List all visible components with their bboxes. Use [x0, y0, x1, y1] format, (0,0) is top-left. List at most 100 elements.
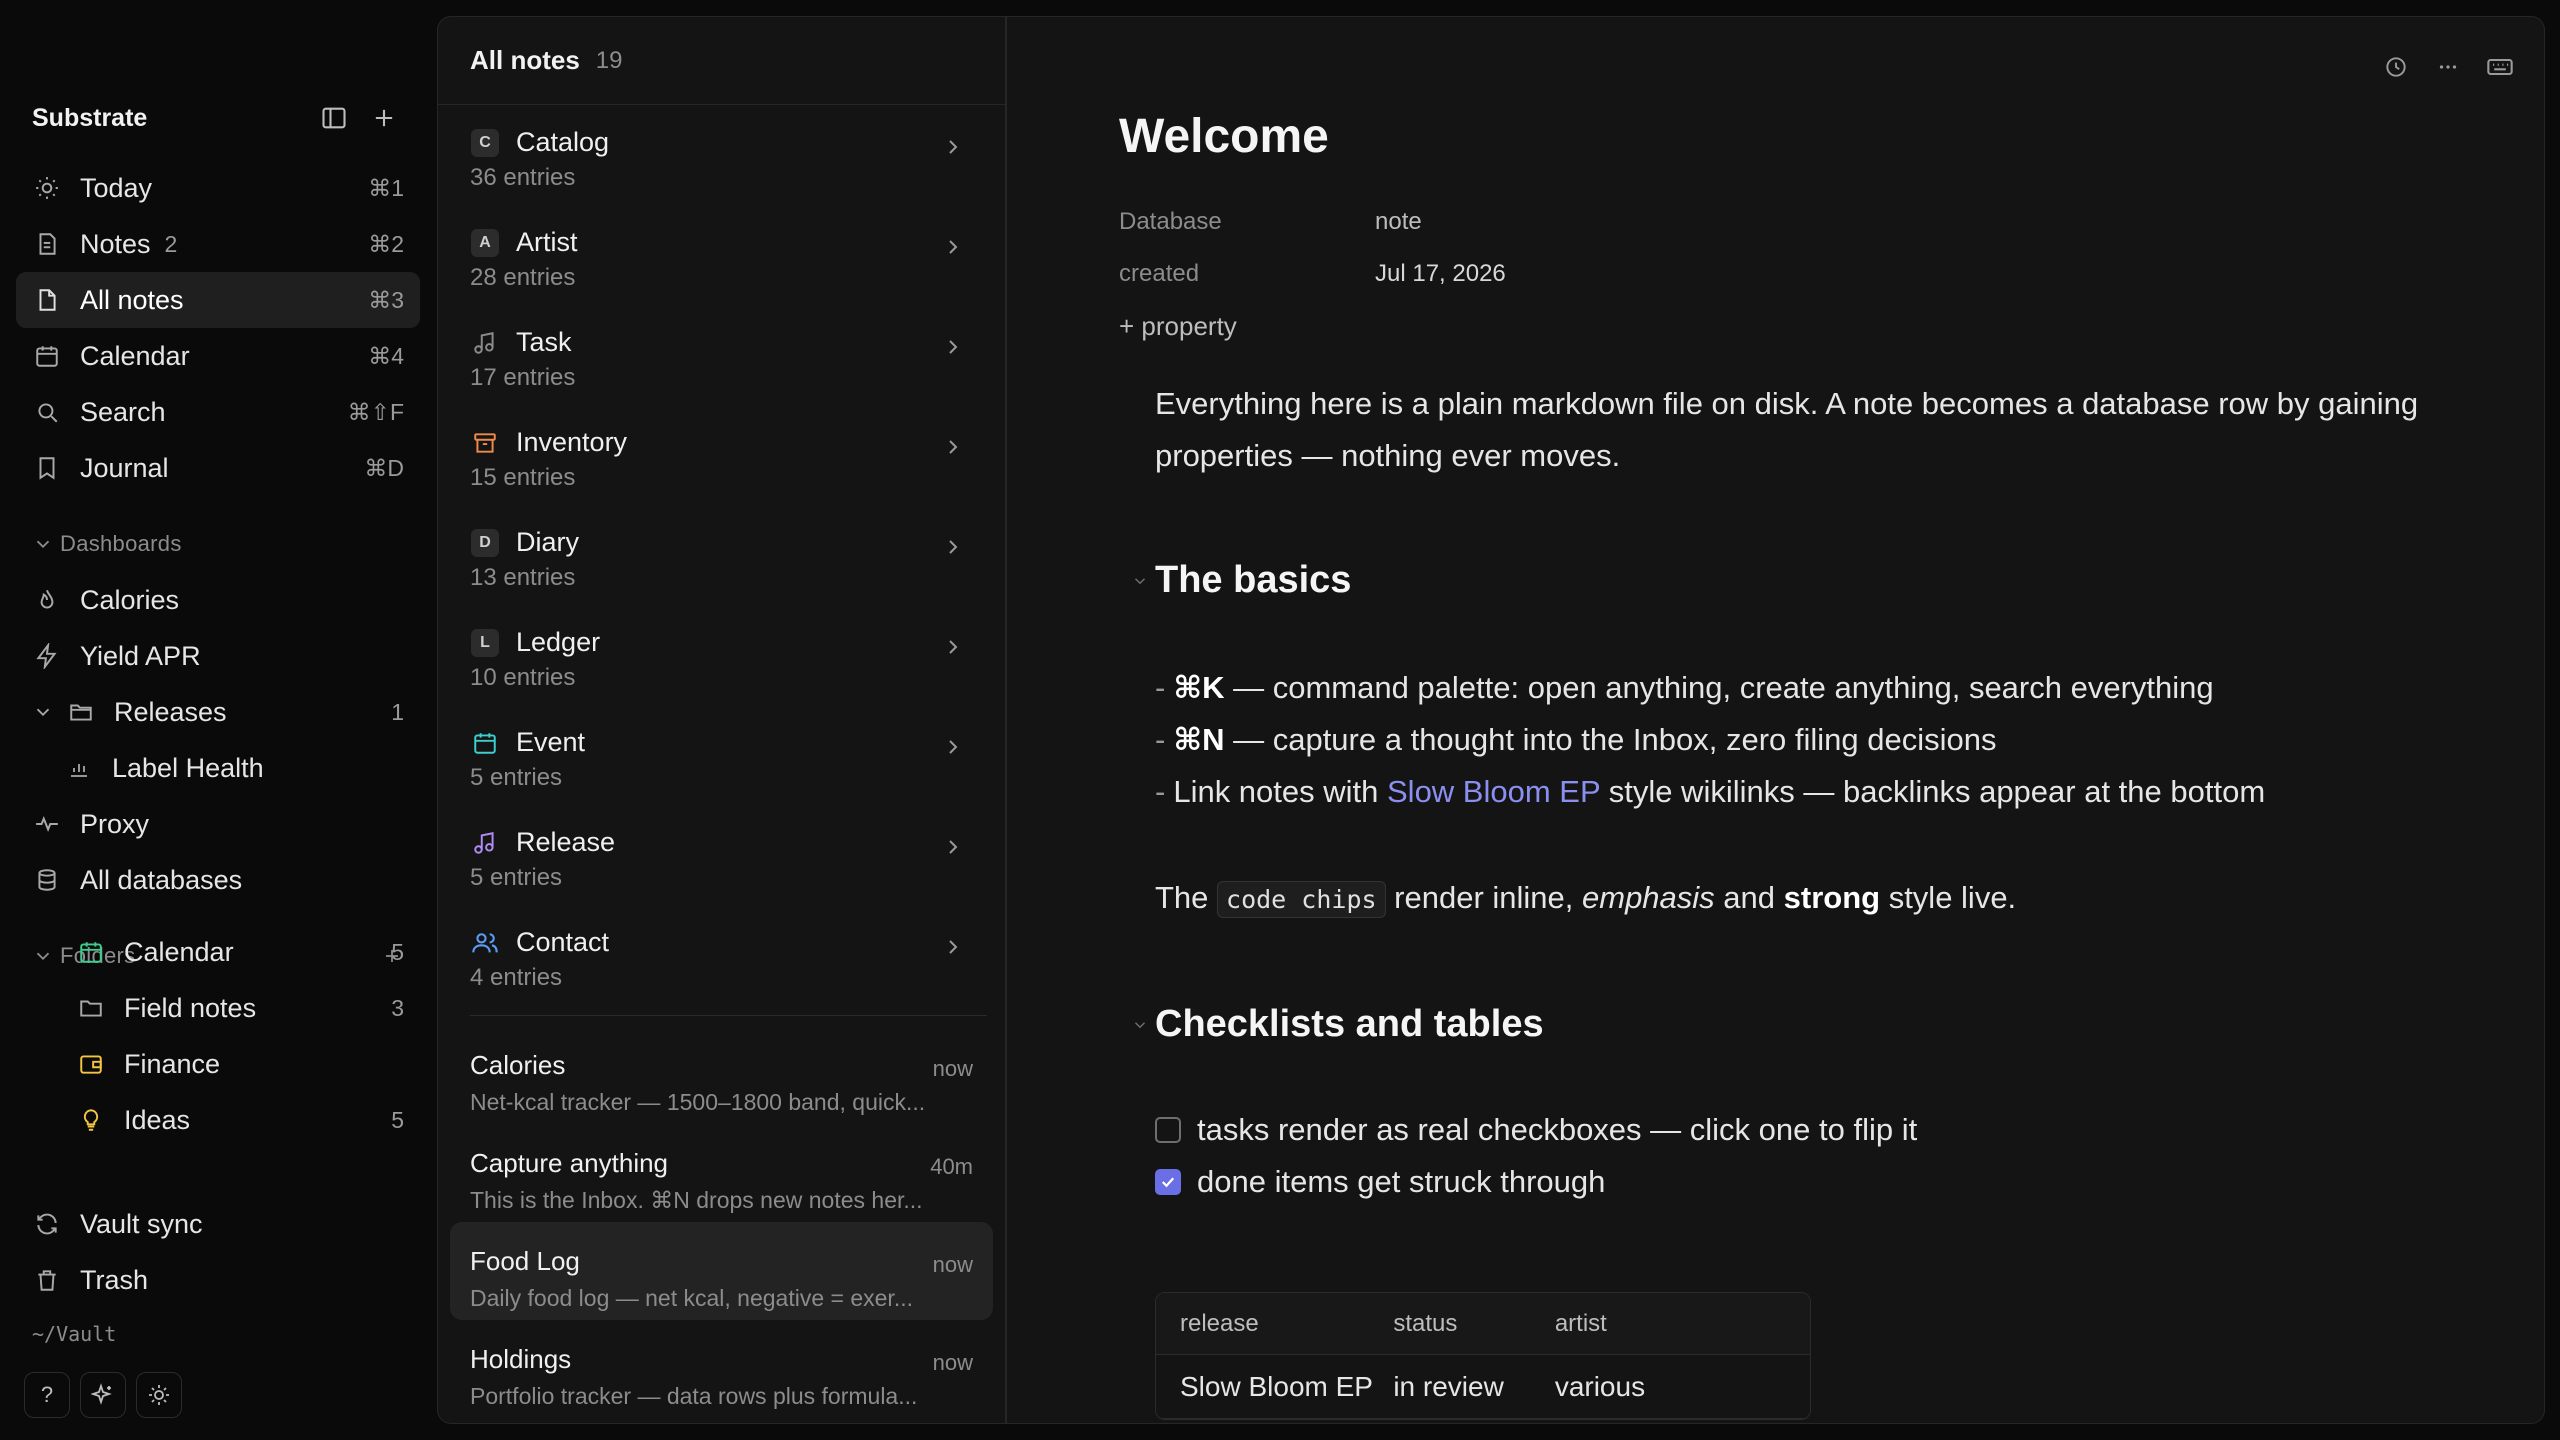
database-item-artist[interactable]: A Artist 28 entries — [470, 205, 987, 305]
new-note-icon[interactable] — [364, 98, 404, 138]
column-header[interactable]: release — [1156, 1310, 1393, 1338]
music-note-icon — [470, 328, 500, 358]
letter-chip: D — [471, 528, 499, 557]
editor-content[interactable]: Welcome Database note created Jul 17, 20… — [1119, 109, 2419, 1420]
chevron-right-icon — [941, 435, 965, 459]
column-header[interactable]: artist — [1555, 1310, 1810, 1338]
property-row[interactable]: Database note — [1119, 196, 2419, 248]
wallet-icon — [76, 1049, 106, 1079]
music-icon — [470, 828, 500, 858]
checklist-item: done items get struck through — [1155, 1156, 2419, 1208]
fold-chevron-icon[interactable] — [1131, 572, 1149, 590]
chevron-down-icon[interactable] — [32, 701, 54, 723]
section-dashboards[interactable]: Dashboards — [16, 516, 420, 572]
add-property-button[interactable]: + property — [1119, 300, 2419, 352]
note-heading[interactable]: Welcome — [1119, 109, 2419, 164]
folder-item-calendar[interactable]: Calendar 5 — [16, 924, 420, 980]
sparkle-icon — [91, 1383, 115, 1407]
sidebar-item-notes[interactable]: Notes 2 ⌘2 — [16, 216, 420, 272]
sidebar-item-trash[interactable]: Trash — [16, 1252, 420, 1308]
database-item-event[interactable]: Event 5 entries — [470, 705, 987, 805]
sidebar-item-search[interactable]: Search ⌘⇧F — [16, 384, 420, 440]
sidebar-item-label: Calendar — [124, 936, 234, 967]
sidebar-item-label: Vault sync — [80, 1208, 203, 1239]
sidebar-item-all-databases[interactable]: All databases — [16, 852, 420, 908]
notes-list-pane: All notes 19 C Catalog 36 entries A Artist… — [437, 16, 1005, 1424]
database-item-task[interactable]: Task 17 entries — [470, 305, 987, 405]
table-cell-link[interactable]: Slow Bloom EP — [1156, 1371, 1393, 1403]
heading-text: The basics — [1155, 558, 1352, 601]
fold-chevron-icon[interactable] — [1131, 1016, 1149, 1034]
sidebar-item-vault-sync[interactable]: Vault sync — [16, 1196, 420, 1252]
bullet-text: — capture a thought into the Inbox, zero… — [1224, 722, 1997, 757]
property-key: created — [1119, 260, 1200, 287]
checkbox[interactable] — [1155, 1117, 1181, 1143]
shortcut-hint: ⌘D — [364, 454, 404, 481]
database-item-release[interactable]: Release 5 entries — [470, 805, 987, 905]
note-time: now — [932, 1350, 973, 1375]
toggle-sidebar-icon[interactable] — [314, 98, 354, 138]
sidebar-item-releases[interactable]: Releases 1 — [16, 684, 420, 740]
theme-button[interactable] — [136, 1372, 182, 1418]
property-value[interactable]: note — [1375, 208, 1422, 236]
strong-text: strong — [1783, 880, 1881, 915]
database-item-diary[interactable]: D Diary 13 entries — [470, 505, 987, 605]
chevron-right-icon — [941, 335, 965, 359]
note-title: Calories — [470, 1050, 566, 1080]
keyboard-button[interactable] — [2480, 47, 2520, 87]
wikilink[interactable]: Slow Bloom EP — [1387, 774, 1600, 809]
text-run: The — [1155, 880, 1218, 915]
checkbox-checked[interactable] — [1155, 1169, 1181, 1195]
database-item-ledger[interactable]: L Ledger 10 entries — [470, 605, 987, 705]
sidebar-item-label-health[interactable]: Label Health — [16, 740, 420, 796]
list-header: All notes 19 — [438, 17, 1005, 105]
database-item-inventory[interactable]: Inventory 15 entries — [470, 405, 987, 505]
database-item-catalog[interactable]: C Catalog 36 entries — [470, 105, 987, 205]
sidebar-item-proxy[interactable]: Proxy — [16, 796, 420, 852]
folder-item-field-notes[interactable]: Field notes 3 — [16, 980, 420, 1036]
chevron-right-icon — [941, 135, 965, 159]
folder-item-ideas[interactable]: Ideas 5 — [16, 1092, 420, 1148]
note-body[interactable]: Everything here is a plain markdown file… — [1134, 378, 2419, 1420]
sidebar-item-journal[interactable]: Journal ⌘D — [16, 440, 420, 496]
table-cell[interactable]: in review — [1393, 1371, 1554, 1403]
database-count: 13 entries — [470, 564, 576, 591]
calendar-icon — [470, 728, 500, 758]
chevron-down-icon — [32, 533, 54, 555]
bullet-item: - ⌘K — command palette: open anything, cr… — [1155, 662, 2419, 714]
folder-item-finance[interactable]: Finance — [16, 1036, 420, 1092]
text-run: render inline, — [1385, 880, 1582, 915]
letter-d-icon: D — [470, 528, 500, 558]
sidebar-item-calories[interactable]: Calories — [16, 572, 420, 628]
database-item-contact[interactable]: Contact 4 entries — [470, 905, 987, 1005]
sidebar-item-calendar[interactable]: Calendar ⌘4 — [16, 328, 420, 384]
shortcut-hint: ⌘1 — [368, 174, 404, 201]
bullet-item: - Link notes with Slow Bloom EP style wik… — [1155, 766, 2419, 818]
property-row[interactable]: created Jul 17, 2026 — [1119, 248, 2419, 300]
column-header[interactable]: status — [1393, 1310, 1554, 1338]
help-button[interactable]: ? — [24, 1372, 70, 1418]
note-title: Food Log — [470, 1246, 580, 1276]
note-item-calories[interactable]: Calories now Net-kcal tracker — 1500–180… — [450, 1026, 993, 1124]
vault-path: ~/Vault — [32, 1322, 117, 1346]
calendar-icon — [76, 937, 106, 967]
table-cell[interactable]: various — [1555, 1371, 1810, 1403]
note-item-food-log[interactable]: Food Log now Daily food log — net kcal, … — [450, 1222, 993, 1320]
more-button[interactable] — [2428, 47, 2468, 87]
sidebar-item-today[interactable]: Today ⌘1 — [16, 160, 420, 216]
note-time: now — [932, 1056, 973, 1081]
sidebar-item-yield-apr[interactable]: Yield APR — [16, 628, 420, 684]
history-button[interactable] — [2376, 47, 2416, 87]
shortcut-hint: ⌘2 — [368, 230, 404, 257]
bullet-dash: - — [1155, 774, 1166, 809]
folders-scroll[interactable]: Calendar 5 Field notes 3 Finance Ideas 5 — [16, 924, 420, 1186]
note-item-capture-anything[interactable]: Capture anything 40m This is the Inbox. … — [450, 1124, 993, 1222]
property-value[interactable]: Jul 17, 2026 — [1375, 260, 1506, 288]
sidebar-item-all-notes[interactable]: All notes ⌘3 — [16, 272, 420, 328]
shortcut-key: ⌘K — [1173, 670, 1225, 705]
sidebar: Substrate Today ⌘1 Notes 2 ⌘2 All notes … — [0, 0, 436, 1440]
note-item-holdings[interactable]: Holdings now Portfolio tracker — data ro… — [450, 1320, 993, 1418]
clock-icon — [2383, 54, 2409, 80]
bullet-text: style wikilinks — backlinks appear at th… — [1600, 774, 2266, 809]
sparkle-button[interactable] — [80, 1372, 126, 1418]
